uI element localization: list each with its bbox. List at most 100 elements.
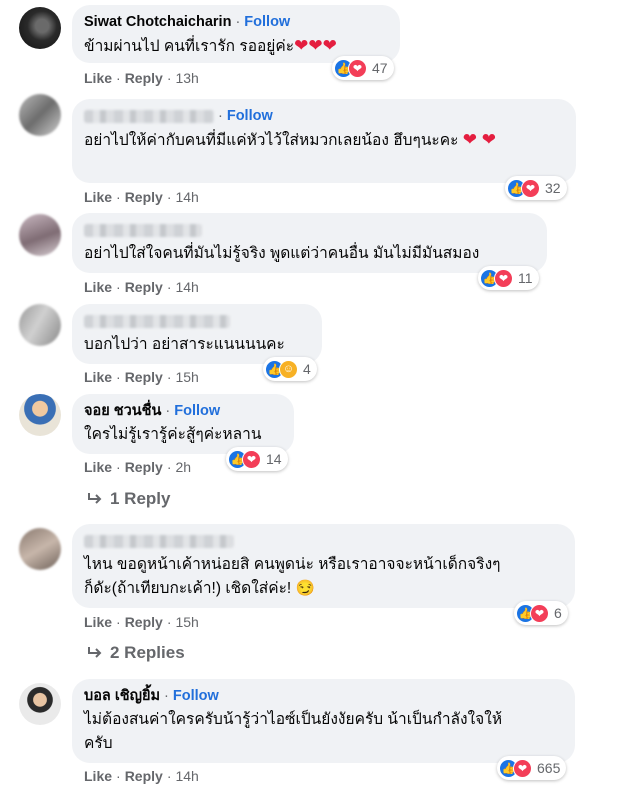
reply-button[interactable]: Reply bbox=[125, 70, 163, 86]
avatar[interactable] bbox=[19, 394, 61, 436]
smirk-emoji: 😏 bbox=[295, 580, 315, 597]
reply-button[interactable]: Reply bbox=[125, 459, 163, 475]
comment-actions: Like · Reply · 14h bbox=[84, 279, 199, 295]
reply-arrow-icon bbox=[88, 647, 102, 658]
avatar[interactable] bbox=[19, 94, 61, 136]
like-button[interactable]: Like bbox=[84, 614, 112, 630]
comment-text: ใครไม่รู้เรารู้ค่ะสู้ๆค่ะหลาน bbox=[84, 423, 282, 447]
separator-dot: · bbox=[218, 108, 223, 124]
love-icon: ❤ bbox=[348, 58, 367, 78]
view-replies-link[interactable]: 1 Reply bbox=[86, 489, 170, 509]
like-button[interactable]: Like bbox=[84, 459, 112, 475]
reply-button[interactable]: Reply bbox=[125, 189, 163, 205]
comment-body: ไม่ต้องสนค่าใครครับน้ารู้ว่าไอซ์เป็นยังง… bbox=[84, 711, 503, 752]
follow-button[interactable]: Follow bbox=[174, 403, 220, 419]
love-icon: ❤ bbox=[521, 178, 540, 198]
comment-time[interactable]: 2h bbox=[175, 459, 191, 475]
comment-bubble: บอกไปว่า อย่าสาระแนนนนคะ bbox=[72, 304, 322, 364]
avatar[interactable] bbox=[19, 214, 61, 256]
reaction-count: 14 bbox=[266, 451, 282, 467]
reaction-summary[interactable]: 👍 ❤ 14 bbox=[226, 447, 288, 471]
comment-actions: Like · Reply · 14h bbox=[84, 768, 199, 784]
comment-actions: Like · Reply · 2h bbox=[84, 459, 192, 475]
comment-text: อย่าไปใส่ใจคนที่มันไม่รู้จริง พูดแต่ว่าค… bbox=[84, 242, 535, 266]
comment-time[interactable]: 14h bbox=[175, 189, 198, 205]
reaction-summary[interactable]: 👍 ❤ 47 bbox=[332, 56, 394, 80]
comment-body: บอกไปว่า อย่าสาระแนนนนคะ bbox=[84, 336, 285, 353]
avatar[interactable] bbox=[19, 683, 61, 725]
comment-bubble: · Follow อย่าไปให้ค่ากับคนที่มีแค่หัวไว้ใ… bbox=[72, 99, 576, 183]
avatar[interactable] bbox=[19, 7, 61, 49]
follow-button[interactable]: Follow bbox=[227, 108, 273, 124]
love-icon: ❤ bbox=[513, 758, 532, 778]
reply-button[interactable]: Reply bbox=[125, 369, 163, 385]
comment-bubble: Siwat Chotchaicharin · Follow ข้ามผ่านไป ค… bbox=[72, 5, 400, 63]
reply-button[interactable]: Reply bbox=[125, 768, 163, 784]
comment-body: ข้ามผ่านไป คนที่เรารัก รออยู่ค่ะ bbox=[84, 38, 295, 55]
comment-bubble: จอย ชวนชื่น · Follow ใครไม่รู้เรารู้ค่ะสู้… bbox=[72, 394, 294, 454]
reply-button[interactable]: Reply bbox=[125, 279, 163, 295]
reaction-summary[interactable]: 👍 ☺ 4 bbox=[263, 357, 317, 381]
comment-body: ใครไม่รู้เรารู้ค่ะสู้ๆค่ะหลาน bbox=[84, 426, 262, 443]
commenter-name-blurred[interactable] bbox=[84, 109, 214, 123]
commenter-name[interactable]: Siwat Chotchaicharin bbox=[84, 14, 231, 30]
heart-emoji: ❤ ❤ bbox=[462, 130, 496, 149]
comment-time[interactable]: 15h bbox=[175, 614, 198, 630]
reaction-count: 6 bbox=[554, 605, 562, 621]
comment-body: ไหน ขอดูหน้าเค้าหน่อยสิ คนพูดน่ะ หรือเรา… bbox=[84, 556, 501, 597]
care-icon: ☺ bbox=[279, 359, 298, 379]
comment-text: อย่าไปให้ค่ากับคนที่มีแค่หัวไว้ใส่หมวกเล… bbox=[84, 128, 564, 153]
heart-emoji: ❤❤❤ bbox=[294, 36, 337, 55]
separator-dot: · bbox=[165, 403, 171, 419]
reaction-summary[interactable]: 👍 ❤ 32 bbox=[505, 176, 567, 200]
comment-time[interactable]: 15h bbox=[175, 369, 198, 385]
comment-time[interactable]: 14h bbox=[175, 768, 198, 784]
reaction-count: 32 bbox=[545, 180, 561, 196]
like-button[interactable]: Like bbox=[84, 768, 112, 784]
reaction-count: 4 bbox=[303, 361, 311, 377]
reaction-summary[interactable]: 👍 ❤ 665 bbox=[497, 756, 567, 780]
comment-bubble: ไหน ขอดูหน้าเค้าหน่อยสิ คนพูดน่ะ หรือเรา… bbox=[72, 524, 575, 608]
replies-label: 1 Reply bbox=[110, 489, 171, 508]
like-button[interactable]: Like bbox=[84, 189, 112, 205]
separator-dot: · bbox=[164, 688, 169, 704]
like-button[interactable]: Like bbox=[84, 369, 112, 385]
reaction-summary[interactable]: 👍 ❤ 6 bbox=[514, 601, 568, 625]
follow-button[interactable]: Follow bbox=[244, 14, 290, 30]
reaction-count: 11 bbox=[518, 270, 533, 286]
comment-actions: Like · Reply · 13h bbox=[84, 70, 199, 86]
comment-bubble: บอล เชิญยิ้ม · Follow ไม่ต้องสนค่าใครครับน… bbox=[72, 679, 575, 763]
avatar[interactable] bbox=[19, 528, 61, 570]
reaction-count: 47 bbox=[372, 60, 388, 76]
love-icon: ❤ bbox=[530, 603, 549, 623]
comment-time[interactable]: 13h bbox=[175, 70, 198, 86]
reply-button[interactable]: Reply bbox=[125, 614, 163, 630]
love-icon: ❤ bbox=[242, 449, 261, 469]
comment-text: บอกไปว่า อย่าสาระแนนนนคะ bbox=[84, 333, 310, 357]
commenter-name-blurred[interactable] bbox=[84, 223, 202, 237]
comment-text: ไหน ขอดูหน้าเค้าหน่อยสิ คนพูดน่ะ หรือเรา… bbox=[84, 553, 563, 601]
comment-body: อย่าไปให้ค่ากับคนที่มีแค่หัวไว้ใส่หมวกเล… bbox=[84, 132, 459, 149]
comment-time[interactable]: 14h bbox=[175, 279, 198, 295]
separator-dot: · bbox=[235, 14, 241, 30]
reply-arrow-icon bbox=[88, 493, 102, 504]
commenter-name[interactable]: บอล เชิญยิ้ม bbox=[84, 688, 160, 704]
commenter-name[interactable]: จอย ชวนชื่น bbox=[84, 403, 161, 419]
commenter-name-blurred[interactable] bbox=[84, 314, 230, 328]
comment-actions: Like · Reply · 15h bbox=[84, 369, 199, 385]
like-button[interactable]: Like bbox=[84, 279, 112, 295]
comment-actions: Like · Reply · 15h bbox=[84, 614, 199, 630]
comment-actions: Like · Reply · 14h bbox=[84, 189, 199, 205]
commenter-name-blurred[interactable] bbox=[84, 534, 234, 548]
replies-label: 2 Replies bbox=[110, 643, 185, 662]
like-button[interactable]: Like bbox=[84, 70, 112, 86]
comment-text: ไม่ต้องสนค่าใครครับน้ารู้ว่าไอซ์เป็นยังง… bbox=[84, 708, 563, 756]
follow-button[interactable]: Follow bbox=[173, 688, 219, 704]
comment-bubble: อย่าไปใส่ใจคนที่มันไม่รู้จริง พูดแต่ว่าค… bbox=[72, 213, 547, 273]
love-icon: ❤ bbox=[494, 268, 513, 288]
reaction-summary[interactable]: 👍 ❤ 11 bbox=[478, 266, 539, 290]
view-replies-link[interactable]: 2 Replies bbox=[86, 643, 185, 663]
comment-body: อย่าไปใส่ใจคนที่มันไม่รู้จริง พูดแต่ว่าค… bbox=[84, 245, 480, 262]
avatar[interactable] bbox=[19, 304, 61, 346]
reaction-count: 665 bbox=[537, 760, 561, 776]
